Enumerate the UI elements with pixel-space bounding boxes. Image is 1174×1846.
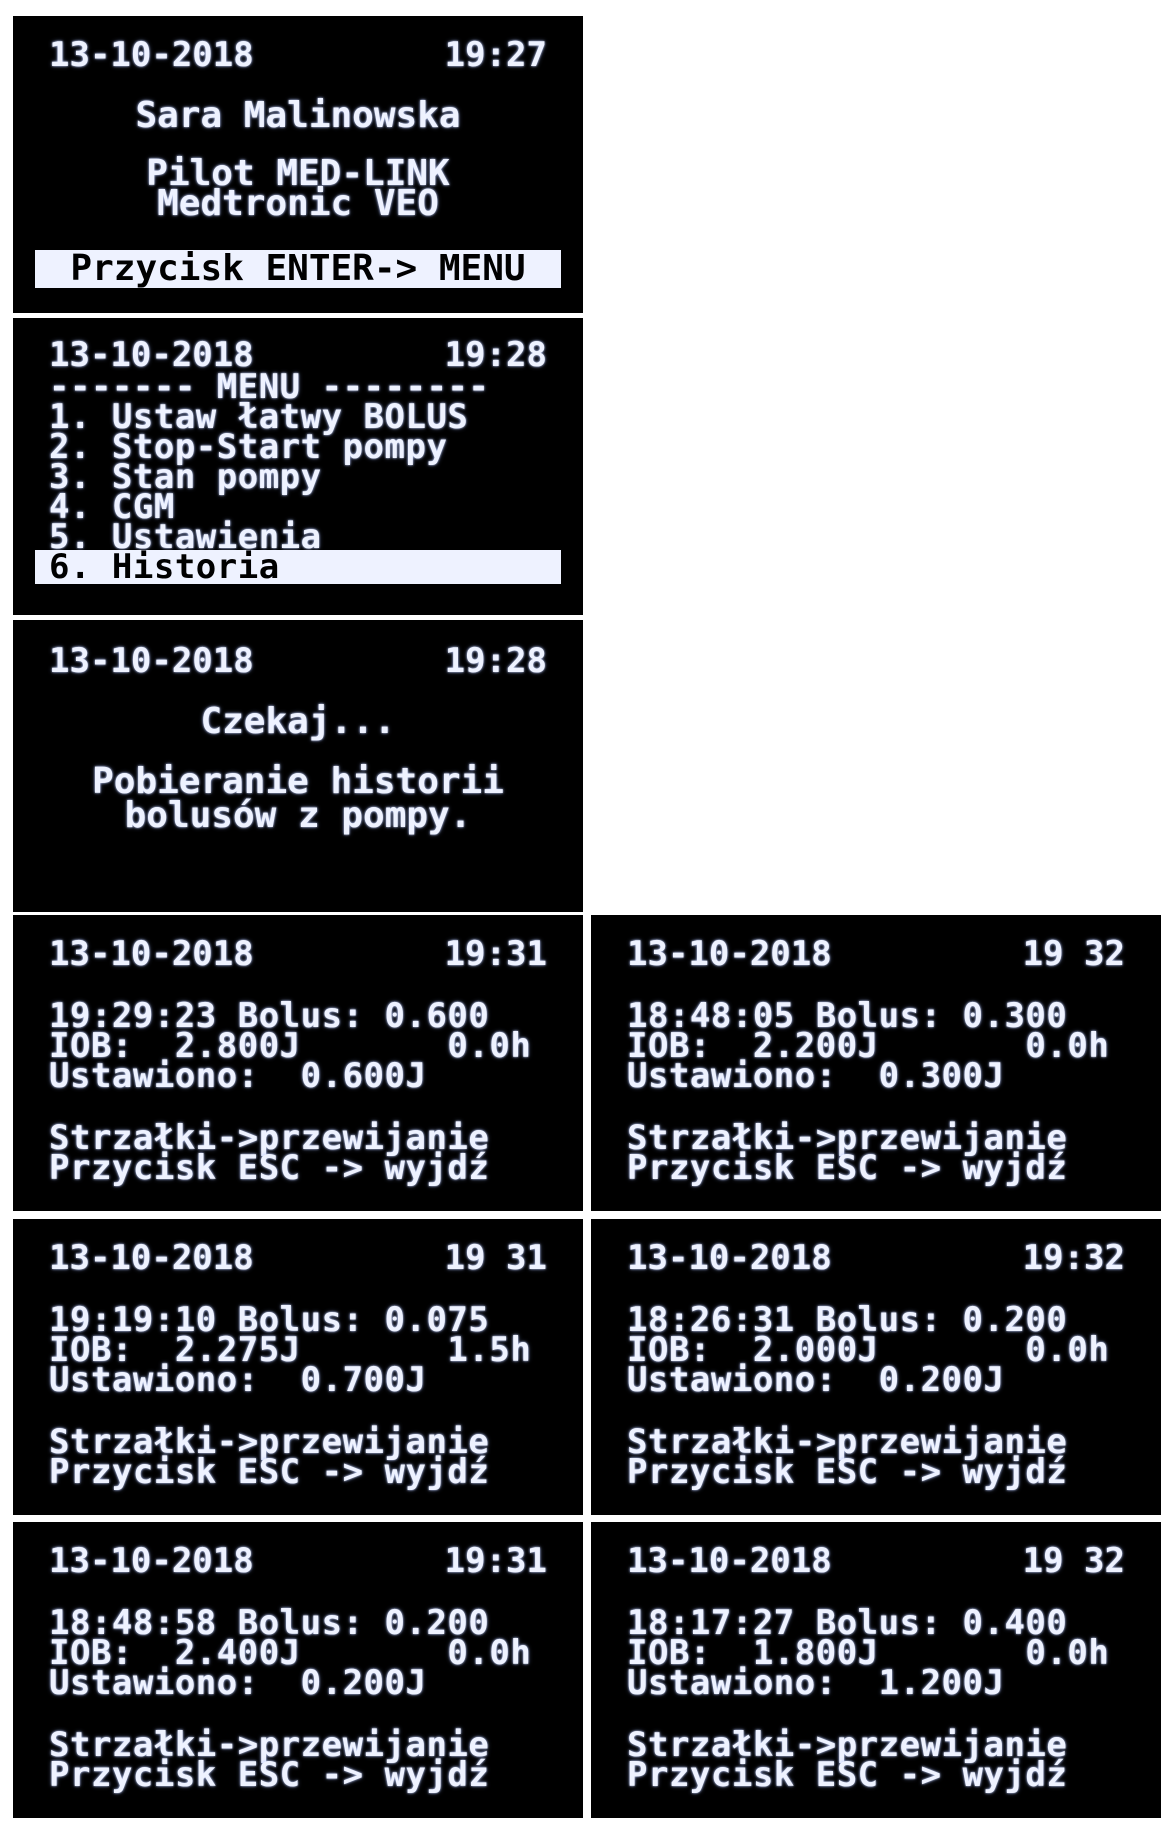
time-label: 19 32 [1022,934,1125,974]
bolus-history-screen: 13-10-2018 19 32 18:48:05 Bolus: 0.300 IOB:… [591,915,1161,1211]
enter-menu-hint[interactable]: Przycisk ENTER-> MENU [35,250,561,288]
set-amount-line: Ustawiono: 0.700J [49,1360,427,1400]
device-line-2: Medtronic VEO [157,183,439,224]
loading-screen: 13-10-2018 19:28 Czekaj... Pobieranie hi… [13,620,583,912]
time-label: 19:27 [444,35,547,75]
menu-screen: 13-10-2018 19:28 ------- MENU -------- 1… [13,318,583,615]
date-label: 13-10-2018 [49,1541,254,1581]
time-label: 19:32 [1022,1238,1125,1278]
date-label: 13-10-2018 [49,934,254,974]
bolus-history-screen: 13-10-2018 19 31 19:19:10 Bolus: 0.075 IOB:… [13,1219,583,1515]
date-label: 13-10-2018 [49,35,254,75]
wait-title: Czekaj... [200,701,396,742]
bolus-history-screen: 13-10-2018 19 32 18:17:27 Bolus: 0.400 IOB:… [591,1522,1161,1818]
set-amount-line: Ustawiono: 0.200J [49,1663,427,1703]
date-label: 13-10-2018 [627,934,832,974]
date-label: 13-10-2018 [49,1238,254,1278]
esc-exit-hint: Przycisk ESC -> wyjdź [627,1148,1068,1188]
time-label: 19:31 [444,1541,547,1581]
menu-item-history[interactable]: 6. Historia [35,550,561,584]
set-amount-line: Ustawiono: 0.600J [49,1056,427,1096]
time-label: 19 32 [1022,1541,1125,1581]
esc-exit-hint: Przycisk ESC -> wyjdź [627,1452,1068,1492]
esc-exit-hint: Przycisk ESC -> wyjdź [49,1452,490,1492]
esc-exit-hint: Przycisk ESC -> wyjdź [49,1148,490,1188]
date-label: 13-10-2018 [627,1238,832,1278]
bolus-history-screen: 13-10-2018 19:32 18:26:31 Bolus: 0.200 IOB:… [591,1219,1161,1515]
set-amount-line: Ustawiono: 1.200J [627,1663,1005,1703]
bolus-history-screen: 13-10-2018 19:31 19:29:23 Bolus: 0.600 IOB:… [13,915,583,1211]
start-screen: 13-10-2018 19:27 Sara Malinowska Pilot M… [13,16,583,313]
set-amount-line: Ustawiono: 0.200J [627,1360,1005,1400]
date-label: 13-10-2018 [627,1541,832,1581]
loading-line-2: bolusów z pompy. [124,795,472,836]
set-amount-line: Ustawiono: 0.300J [627,1056,1005,1096]
date-label: 13-10-2018 [49,641,254,681]
time-label: 19 31 [444,1238,547,1278]
user-name: Sara Malinowska [135,95,461,136]
bolus-history-screen: 13-10-2018 19:31 18:48:58 Bolus: 0.200 IOB:… [13,1522,583,1818]
time-label: 19:31 [444,934,547,974]
time-label: 19:28 [444,641,547,681]
esc-exit-hint: Przycisk ESC -> wyjdź [49,1755,490,1795]
esc-exit-hint: Przycisk ESC -> wyjdź [627,1755,1068,1795]
